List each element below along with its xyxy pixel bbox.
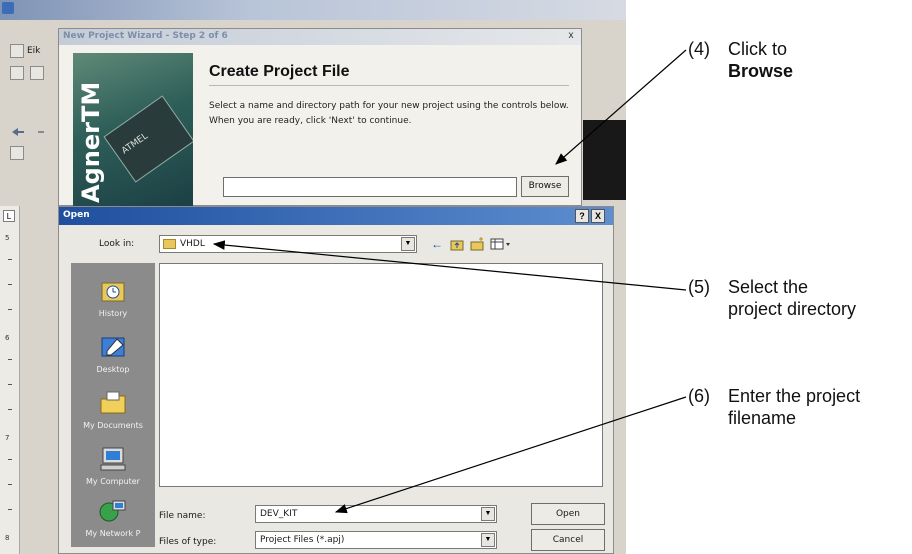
callout-lines <box>212 49 687 514</box>
callout-line-directory <box>212 240 687 291</box>
callout-line-browse <box>555 49 687 165</box>
callout-line-filename <box>334 396 687 514</box>
